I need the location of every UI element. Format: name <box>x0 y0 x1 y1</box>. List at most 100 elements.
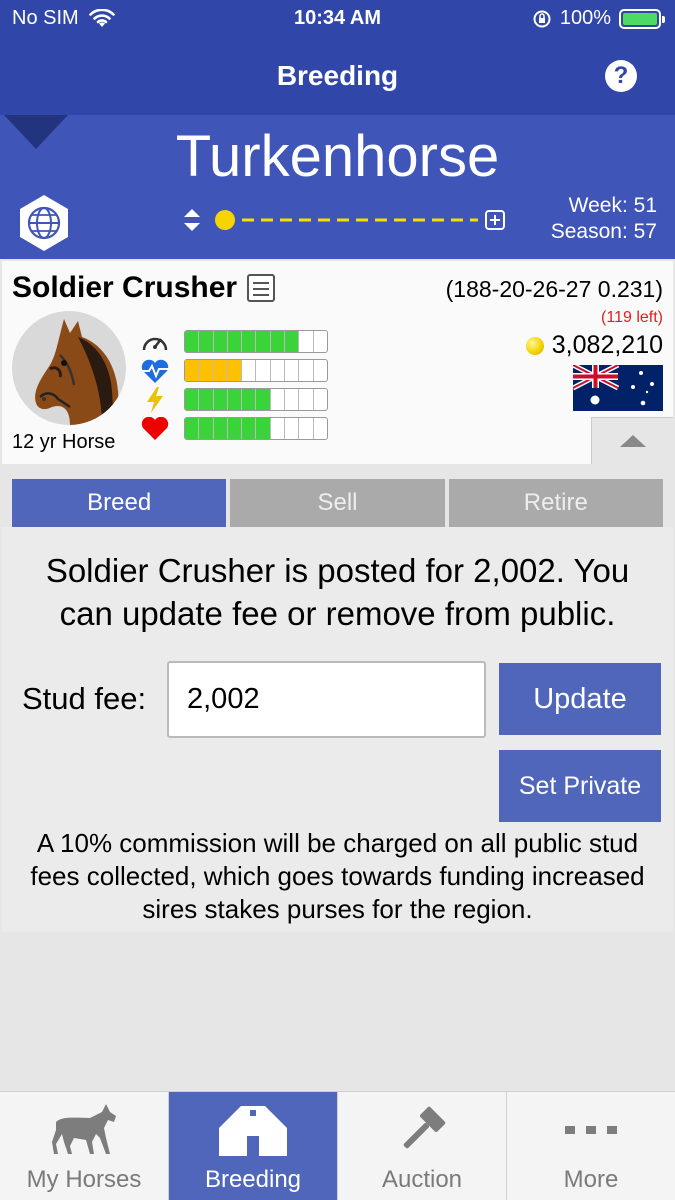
energy-bar <box>184 388 328 411</box>
stat-bar-segment <box>314 418 327 439</box>
week-label: Week: 51 <box>568 194 657 217</box>
page-title: Breeding <box>276 60 399 91</box>
remaining-count: (119 left) <box>601 309 663 326</box>
barn-icon <box>217 1098 289 1162</box>
lightning-icon <box>140 386 170 413</box>
speedometer-icon <box>140 329 170 355</box>
stat-bar-segment <box>227 418 243 439</box>
expand-plus-icon <box>485 210 505 230</box>
heartbeat-icon <box>140 358 170 384</box>
top-bar: No SIM 10:34 AM 100% Breeding ? <box>0 0 675 115</box>
set-private-button[interactable]: Set Private <box>499 750 661 822</box>
stat-bar-segment <box>227 360 243 381</box>
stat-bar-segment <box>185 331 200 352</box>
stat-bar-segment <box>256 418 271 439</box>
stat-bar-segment <box>285 418 300 439</box>
tabbar-label-more: More <box>563 1166 619 1193</box>
stat-bar-segment <box>227 331 243 352</box>
season-timeline[interactable] <box>180 205 510 235</box>
week-season: Week: 51 Season: 57 <box>551 193 657 245</box>
stat-bar-segment <box>256 360 271 381</box>
coin-icon <box>525 336 544 355</box>
posting-message: Soldier Crusher is posted for 2,002. You… <box>45 552 630 632</box>
stat-bar-segment <box>299 389 314 410</box>
heart-icon <box>140 416 170 442</box>
stat-row-health <box>140 414 328 443</box>
horse-age: 12 yr Horse <box>12 431 116 453</box>
tab-retire[interactable]: Retire <box>448 479 663 527</box>
horse-head-icon <box>35 319 120 425</box>
stat-bar-segment <box>242 331 257 352</box>
stat-bar-segment <box>270 331 286 352</box>
status-right: 100% <box>532 7 665 30</box>
globe-icon[interactable] <box>14 193 74 253</box>
stat-bar-segment <box>314 389 327 410</box>
stat-bar-segment <box>285 331 300 352</box>
stat-bar-segment <box>199 360 214 381</box>
health-bar <box>184 417 328 440</box>
speed-bar <box>184 330 328 353</box>
heartrate-bar <box>184 359 328 382</box>
stat-bar-segment <box>299 360 314 381</box>
horse-avatar[interactable] <box>12 311 126 425</box>
battery-icon <box>619 8 665 29</box>
stat-bar-segment <box>314 331 327 352</box>
stat-bar-segment <box>299 418 314 439</box>
australia-flag-icon <box>573 365 663 411</box>
pedigree-sheet-icon[interactable] <box>247 274 276 302</box>
stat-bar-segment <box>199 389 214 410</box>
stat-bar-segment <box>185 418 200 439</box>
more-icon <box>563 1098 619 1162</box>
stable-name: Turkenhorse <box>175 124 500 189</box>
stat-bar-segment <box>213 418 228 439</box>
tabbar-item-breeding[interactable]: Breeding <box>169 1092 338 1200</box>
stat-bar-segment <box>285 360 300 381</box>
stat-bars <box>140 327 328 443</box>
stat-bar-segment <box>213 389 228 410</box>
battery-percent: 100% <box>559 7 611 29</box>
horse-card: Soldier Crusher (188-20-26-27 0.231) (11… <box>2 261 673 464</box>
help-icon[interactable]: ? <box>605 60 637 92</box>
stat-bar-segment <box>256 389 271 410</box>
tabbar-label-breeding: Breeding <box>204 1166 302 1193</box>
status-bar: No SIM 10:34 AM 100% <box>0 0 675 38</box>
stat-bar-segment <box>271 360 286 381</box>
earnings: 3,082,210 <box>525 331 663 360</box>
stat-bar-segment <box>242 389 257 410</box>
stud-fee-label: Stud fee: <box>22 681 147 716</box>
breed-panel: Soldier Crusher is posted for 2,002. You… <box>2 527 673 932</box>
stat-row-heartrate <box>140 356 328 385</box>
stat-bar-segment <box>271 418 286 439</box>
stat-bar-segment <box>314 360 327 381</box>
tab-breed[interactable]: Breed <box>12 479 227 527</box>
stat-bar-segment <box>185 389 200 410</box>
stat-bar-segment <box>271 389 286 410</box>
stat-bar-segment <box>242 418 257 439</box>
stat-bar-segment <box>242 360 257 381</box>
stud-fee-input[interactable] <box>167 661 486 738</box>
orientation-lock-icon <box>533 10 551 27</box>
race-record: (188-20-26-27 0.231) <box>445 276 663 302</box>
stat-bar-segment <box>213 360 228 381</box>
horse-icon <box>46 1098 122 1162</box>
update-button[interactable]: Update <box>499 663 661 735</box>
season-label: Season: 57 <box>550 220 657 243</box>
horse-name[interactable]: Soldier Crusher <box>12 271 237 305</box>
stat-bar-segment <box>185 360 200 381</box>
action-tabs: Breed Sell Retire <box>12 479 663 527</box>
tab-sell[interactable]: Sell <box>230 479 445 527</box>
tabbar-item-auction[interactable]: Auction <box>338 1092 507 1200</box>
stat-bar-segment <box>213 331 228 352</box>
tabbar-item-my-horses[interactable]: My Horses <box>0 1092 169 1200</box>
stat-bar-segment <box>285 389 300 410</box>
stat-bar-segment <box>199 418 214 439</box>
tabbar-label-auction: Auction <box>381 1166 463 1193</box>
stat-bar-segment <box>199 331 214 352</box>
stat-bar-segment <box>299 331 314 352</box>
gavel-icon <box>394 1098 450 1162</box>
horse-name-row: Soldier Crusher <box>12 271 276 305</box>
stable-header: Turkenhorse Week: 51 Season: 57 <box>0 115 675 259</box>
tabbar-item-more[interactable]: More <box>507 1092 675 1200</box>
collapse-button[interactable] <box>591 417 673 464</box>
stat-row-energy <box>140 385 328 414</box>
